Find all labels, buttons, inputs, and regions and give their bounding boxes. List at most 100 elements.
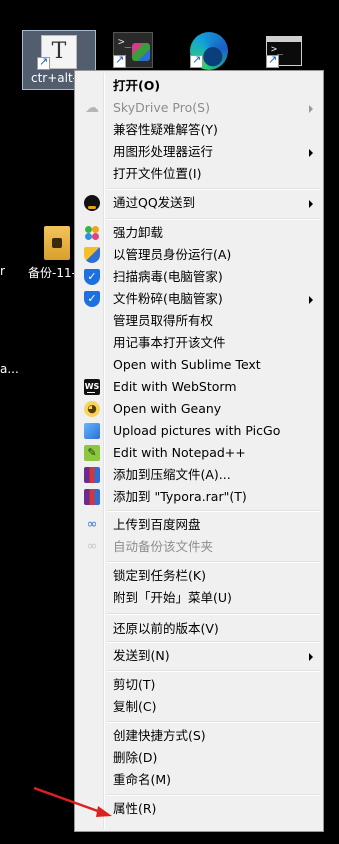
- context-menu-item-label: 创建快捷方式(S): [113, 728, 206, 743]
- zip-folder-icon[interactable]: [44, 226, 70, 260]
- menu-separator: [107, 670, 320, 672]
- context-menu-item-label: 用记事本打开该文件: [113, 335, 226, 350]
- context-menu-item: ☁ SkyDrive Pro(S): [77, 97, 321, 119]
- context-menu-item[interactable]: 用记事本打开该文件: [77, 332, 321, 354]
- context-menu-item-label: 附到「开始」菜单(U): [113, 590, 232, 605]
- context-menu-item-label: 以管理员身份运行(A): [113, 247, 232, 262]
- notepadpp-icon: ✎: [84, 445, 100, 461]
- shortcut-arrow-icon: [190, 53, 203, 68]
- context-menu-item[interactable]: WS Edit with WebStorm: [77, 376, 321, 398]
- baidu-netdisk-icon: ∞: [86, 517, 98, 532]
- context-menu-item-label: 发送到(N): [113, 648, 170, 663]
- picgo-icon: [84, 423, 100, 439]
- terminal-prompt-glyph: >_: [118, 35, 132, 48]
- uac-shield-icon: [84, 247, 100, 263]
- webstorm-icon: WS: [84, 379, 100, 395]
- folder-label: 备份-11-: [28, 266, 76, 280]
- context-menu-item-label: 复制(C): [113, 699, 157, 714]
- menu-separator: [107, 188, 320, 190]
- context-menu-item-label: Open with Geany: [113, 401, 222, 416]
- context-menu-item[interactable]: 添加到压缩文件(A)...: [77, 464, 321, 486]
- context-menu-item-label: 管理员取得所有权: [113, 313, 214, 328]
- context-menu-item[interactable]: 剪切(T): [77, 674, 321, 696]
- menu-separator: [107, 218, 320, 220]
- menu-separator: [107, 561, 320, 563]
- shortcut-arrow-icon: [37, 55, 50, 70]
- context-menu-item[interactable]: 通过QQ发送到: [77, 192, 321, 214]
- menu-separator: [107, 613, 320, 615]
- context-menu-item[interactable]: 还原以前的版本(V): [77, 618, 321, 640]
- clover-icon: [84, 225, 100, 241]
- context-menu-item[interactable]: 删除(D): [77, 747, 321, 769]
- shortcut-arrow-icon: [113, 53, 126, 68]
- menu-separator: [107, 641, 320, 643]
- context-menu-item[interactable]: 属性(R): [77, 798, 321, 820]
- context-menu-item[interactable]: Upload pictures with PicGo: [77, 420, 321, 442]
- context-menu-item-label: 打开(O): [113, 78, 161, 93]
- context-menu-item-label: 通过QQ发送到: [113, 195, 196, 210]
- menu-separator: [107, 510, 320, 512]
- context-menu-item-label: 剪切(T): [113, 677, 156, 692]
- context-menu-item-label: Open with Sublime Text: [113, 357, 261, 372]
- geany-icon: ◕: [84, 401, 100, 417]
- context-menu-item-label: 打开文件位置(I): [113, 166, 202, 181]
- context-menu-item-label: 兼容性疑难解答(Y): [113, 122, 218, 137]
- submenu-arrow-icon: [309, 296, 313, 304]
- submenu-arrow-icon: [309, 653, 313, 661]
- context-menu-item[interactable]: 附到「开始」菜单(U): [77, 587, 321, 609]
- context-menu-item[interactable]: ◕ Open with Geany: [77, 398, 321, 420]
- desktop: T ctr+alt- >_ >_ 备份-11- r a... 打开(O)☁Sky…: [0, 0, 339, 844]
- winrar-icon: [84, 489, 100, 505]
- context-menu-item[interactable]: 打开(O): [77, 75, 321, 97]
- context-menu-item-label: 文件粉碎(电脑管家): [113, 291, 223, 306]
- context-menu-item-label: 属性(R): [113, 801, 157, 816]
- context-menu-item[interactable]: Open with Sublime Text: [77, 354, 321, 376]
- context-menu-item[interactable]: 锁定到任务栏(K): [77, 565, 321, 587]
- context-menu-item-label: Edit with Notepad++: [113, 445, 246, 460]
- context-menu-item[interactable]: 创建快捷方式(S): [77, 725, 321, 747]
- context-menu-item-label: 用图形处理器运行: [113, 144, 214, 159]
- context-menu-item[interactable]: 兼容性疑难解答(Y): [77, 119, 321, 141]
- clover-leaf: [85, 233, 92, 240]
- context-menu-item[interactable]: 强力卸载: [77, 222, 321, 244]
- typora-glyph: T: [51, 39, 67, 64]
- menu-separator: [107, 721, 320, 723]
- context-menu-item[interactable]: ∞ 上传到百度网盘: [77, 514, 321, 536]
- context-menu-item: ∞ 自动备份该文件夹: [77, 536, 321, 558]
- tencent-shield-icon: ✓: [84, 269, 100, 285]
- desktop-icon-label: ctr+alt-: [31, 71, 78, 85]
- winrar-icon: [84, 467, 100, 483]
- context-menu-item-label: 添加到压缩文件(A)...: [113, 467, 231, 482]
- context-menu-item[interactable]: ✎ Edit with Notepad++: [77, 442, 321, 464]
- context-menu-item[interactable]: 发送到(N): [77, 645, 321, 667]
- context-menu-item-label: 上传到百度网盘: [113, 517, 201, 532]
- context-menu-item[interactable]: 添加到 "Typora.rar"(T): [77, 486, 321, 508]
- context-menu-item-label: 添加到 "Typora.rar"(T): [113, 489, 247, 504]
- context-menu-item[interactable]: 用图形处理器运行: [77, 141, 321, 163]
- shortcut-arrow-icon: [266, 53, 279, 68]
- tencent-shield-icon: ✓: [84, 291, 100, 307]
- context-menu-item[interactable]: ✓ 文件粉碎(电脑管家): [77, 288, 321, 310]
- context-menu-item[interactable]: 重命名(M): [77, 769, 321, 791]
- context-menu-item-label: 自动备份该文件夹: [113, 539, 214, 554]
- context-menu-item[interactable]: ✓ 扫描病毒(电脑管家): [77, 266, 321, 288]
- context-menu-item[interactable]: 以管理员身份运行(A): [77, 244, 321, 266]
- context-menu-item[interactable]: 管理员取得所有权: [77, 310, 321, 332]
- clover-leaf: [85, 226, 92, 233]
- context-menu-item-label: 强力卸载: [113, 225, 164, 240]
- context-menu-item-label: Upload pictures with PicGo: [113, 423, 281, 438]
- clover-leaf: [92, 233, 99, 240]
- desktop-label-fragment: r: [0, 264, 5, 278]
- clover-leaf: [92, 226, 99, 233]
- submenu-arrow-icon: [309, 105, 313, 113]
- context-menu-item[interactable]: 打开文件位置(I): [77, 163, 321, 185]
- baidu-netdisk-icon: ∞: [86, 539, 98, 554]
- submenu-arrow-icon: [309, 200, 313, 208]
- qq-icon: [84, 195, 100, 211]
- context-menu-item-label: 锁定到任务栏(K): [113, 568, 206, 583]
- submenu-arrow-icon: [309, 149, 313, 157]
- context-menu-item-label: 还原以前的版本(V): [113, 621, 219, 636]
- context-menu-item-label: 重命名(M): [113, 772, 172, 787]
- context-menu-item-label: SkyDrive Pro(S): [113, 100, 210, 115]
- context-menu-item[interactable]: 复制(C): [77, 696, 321, 718]
